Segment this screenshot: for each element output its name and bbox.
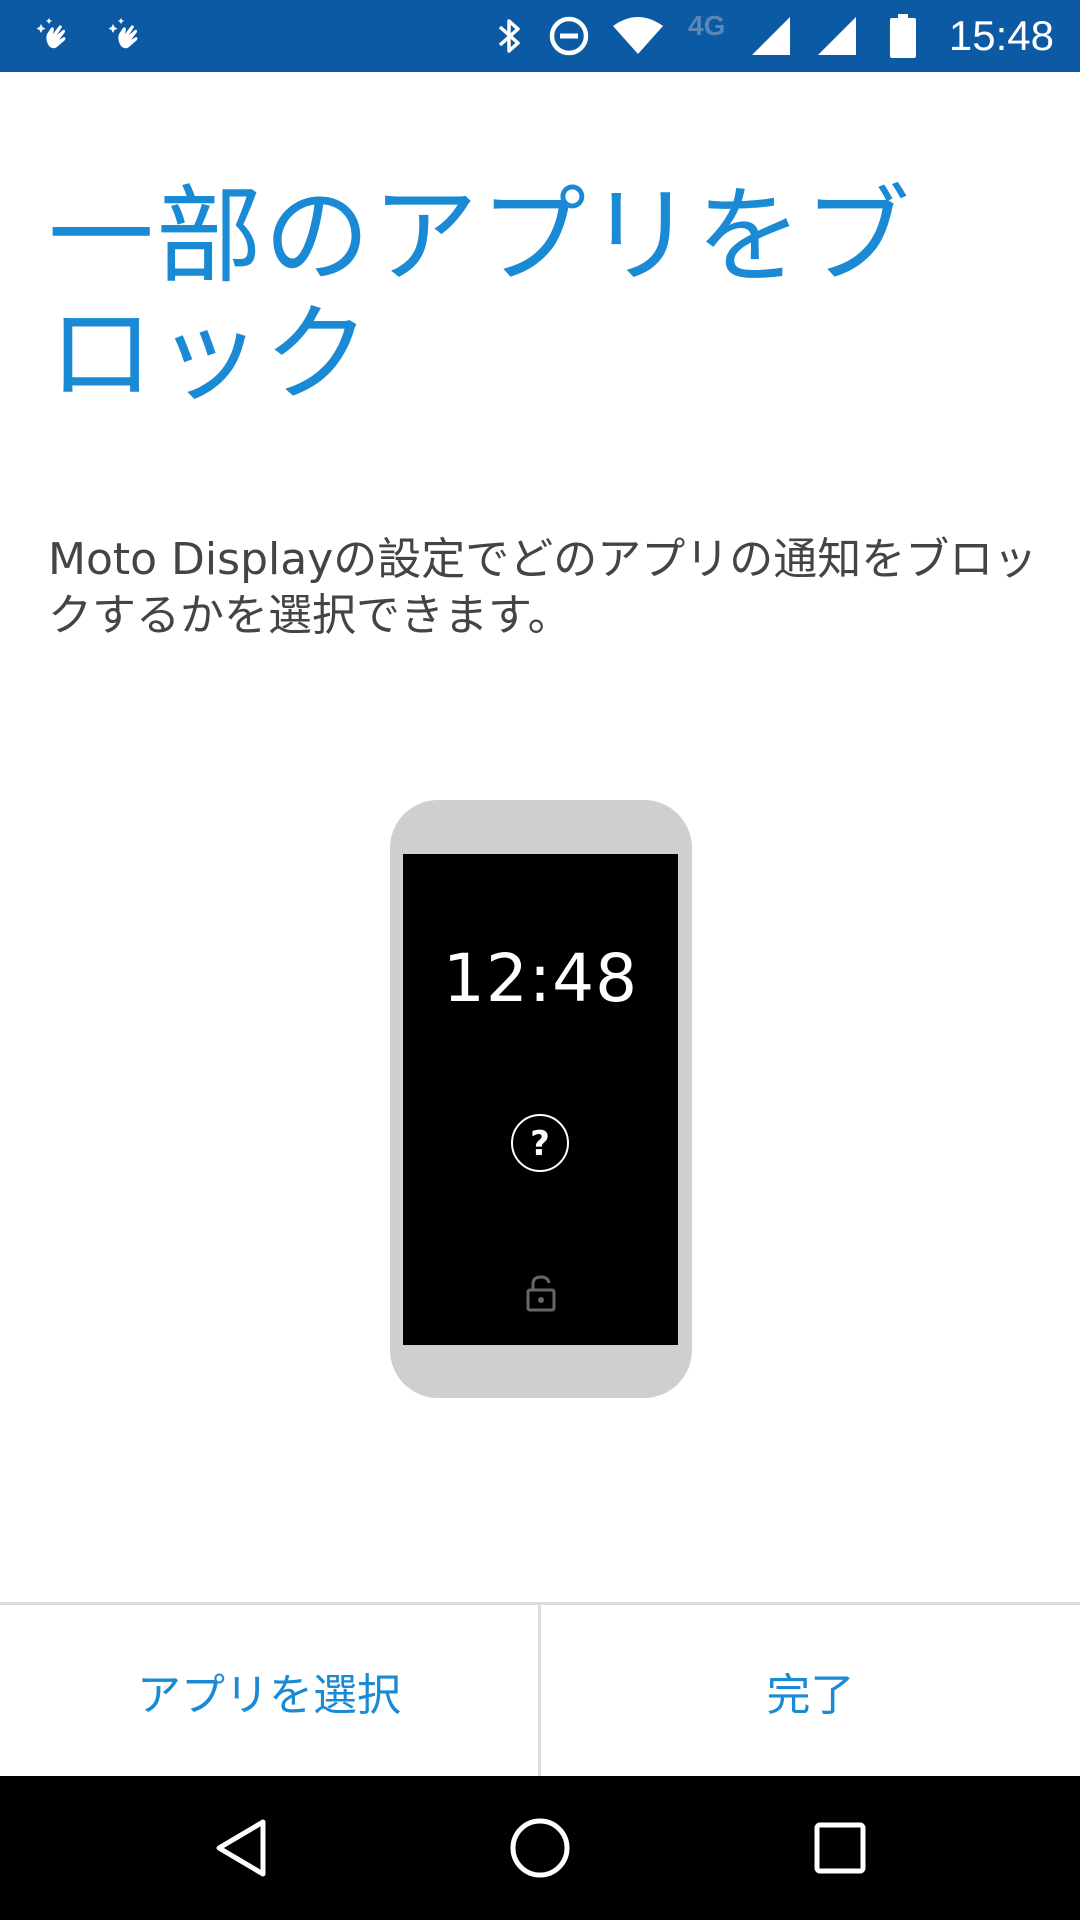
phone-clock: 12:48 [442, 940, 639, 1017]
status-bar: 4G 15:48 [0, 0, 1080, 72]
page-description: Moto Displayの設定でどのアプリの通知をブロックするかを選択できます。 [48, 534, 1038, 641]
do-not-disturb-icon [546, 0, 592, 72]
wifi-icon [608, 0, 668, 72]
question-icon: ? [510, 1113, 570, 1173]
svg-text:?: ? [530, 1124, 550, 1164]
recents-icon[interactable] [770, 1776, 910, 1920]
select-apps-button[interactable]: アプリを選択 [0, 1605, 538, 1776]
done-button[interactable]: 完了 [541, 1605, 1080, 1776]
hand-sparkle-icon [30, 0, 80, 72]
home-icon[interactable] [470, 1776, 610, 1920]
signal-icon [748, 0, 794, 72]
signal-icon [814, 0, 860, 72]
phone-screen [403, 854, 678, 1345]
page-title: 一部のアプリをブロック [48, 175, 912, 416]
navigation-bar [0, 1776, 1080, 1920]
hand-sparkle-icon [102, 0, 152, 72]
network-type-label: 4G [688, 10, 726, 41]
status-time: 15:48 [948, 12, 1054, 59]
battery-icon [886, 0, 920, 72]
back-icon[interactable] [171, 1776, 311, 1920]
lock-icon [525, 1274, 557, 1312]
bluetooth-icon [490, 0, 530, 72]
